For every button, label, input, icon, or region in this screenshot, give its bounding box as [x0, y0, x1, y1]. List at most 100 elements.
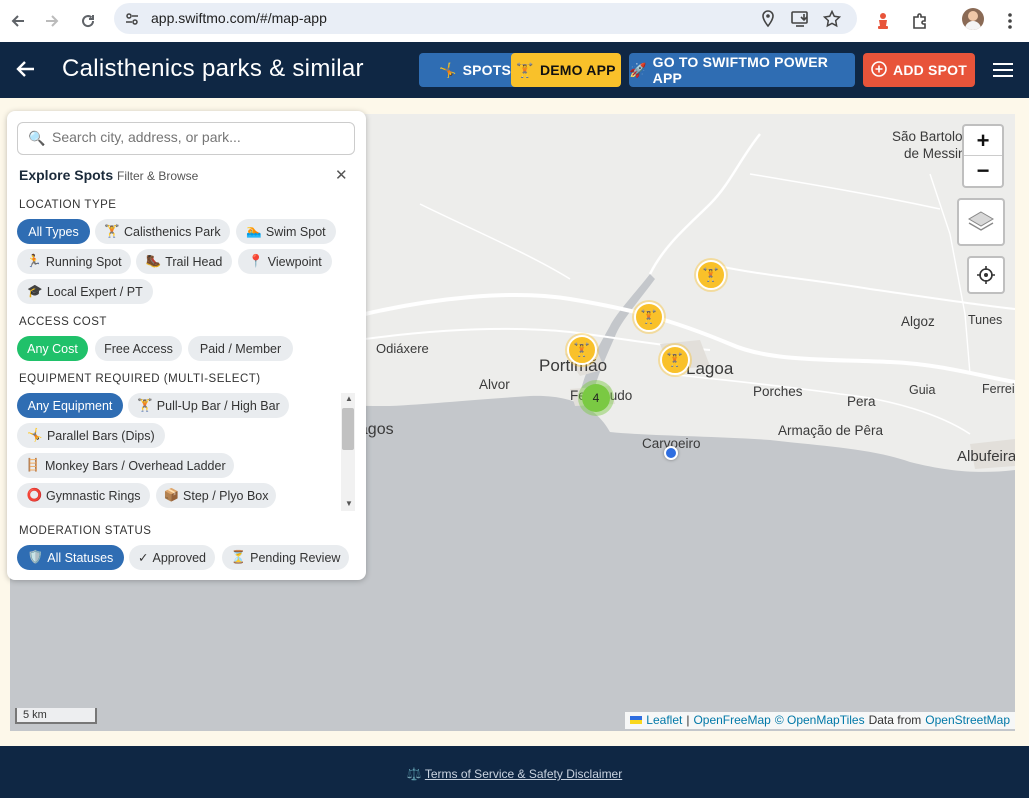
weightlifter-icon: 🏋️	[640, 309, 658, 324]
boot-icon: 🥾	[145, 254, 162, 268]
demo-app-button[interactable]: 🏋️ DEMO APP	[511, 53, 621, 87]
leaflet-link[interactable]: Leaflet	[646, 713, 682, 728]
location-pin-icon[interactable]	[760, 10, 776, 33]
box-icon: 📦	[163, 488, 180, 502]
map-label: Lagoa	[686, 359, 734, 378]
profile-avatar[interactable]	[962, 8, 984, 30]
scrollbar-thumb[interactable]	[342, 408, 354, 450]
weightlifter-icon: 🏋️	[702, 267, 720, 282]
weightlifter-icon: 🏋️	[104, 224, 120, 238]
ukraine-flag-icon	[630, 716, 643, 724]
scales-icon: ⚖️	[406, 767, 422, 781]
openfreemap-link[interactable]: OpenFreeMap	[693, 713, 770, 728]
spot-marker[interactable]: 🏋️	[567, 335, 597, 365]
cluster-marker[interactable]: 4	[578, 380, 614, 416]
chip-pull-up-bar[interactable]: 🏋️ Pull-Up Bar / High Bar	[128, 393, 289, 418]
chip-parallel-bars[interactable]: 🤸 Parallel Bars (Dips)	[17, 423, 165, 448]
layers-button[interactable]	[957, 198, 1005, 246]
equipment-chip-list[interactable]: Any Equipment 🏋️ Pull-Up Bar / High Bar 🤸…	[7, 391, 355, 513]
chip-running-spot[interactable]: 🏃 Running Spot	[17, 249, 131, 274]
zoom-in-button[interactable]: +	[964, 126, 1002, 156]
extension-chess-icon[interactable]	[871, 9, 895, 33]
chip-gymnastic-rings[interactable]: ⭕ Gymnastic Rings	[17, 483, 150, 508]
map-attribution: Leaflet | OpenFreeMap © OpenMapTiles Dat…	[625, 712, 1015, 729]
chip-paid-member[interactable]: Paid / Member	[188, 336, 293, 361]
scrollbar[interactable]: ▲ ▼	[341, 393, 355, 511]
locate-me-button[interactable]	[967, 256, 1005, 294]
search-box[interactable]: 🔍	[17, 122, 355, 155]
crosshair-icon	[977, 266, 995, 284]
add-spot-button[interactable]: ADD SPOT	[863, 53, 975, 87]
chip-all-statuses[interactable]: 🛡️ All Statuses	[17, 545, 124, 570]
panel-subtitle: Filter & Browse	[117, 169, 199, 183]
spot-marker[interactable]: 🏋️	[634, 302, 664, 332]
chip-viewpoint[interactable]: 📍 Viewpoint	[238, 249, 332, 274]
hamburger-menu-icon[interactable]	[992, 61, 1014, 84]
chip-calisthenics-park[interactable]: 🏋️ Calisthenics Park	[95, 219, 230, 244]
back-arrow-icon[interactable]	[6, 9, 30, 33]
extensions-puzzle-icon[interactable]	[908, 9, 932, 33]
chip-all-types[interactable]: All Types	[17, 219, 90, 244]
map-label: Algoz	[901, 314, 935, 329]
map-label: Albufeira	[957, 448, 1015, 465]
chip-monkey-bars[interactable]: 🪜 Monkey Bars / Overhead Ladder	[17, 453, 234, 478]
address-bar[interactable]: app.swiftmo.com/#/map-app	[114, 3, 857, 34]
map-scale: 5 km	[15, 708, 97, 724]
chip-any-cost[interactable]: Any Cost	[17, 336, 88, 361]
plus-circle-icon	[871, 60, 887, 80]
chrome-menu-icon[interactable]	[998, 9, 1022, 33]
scroll-up-arrow-icon[interactable]: ▲	[345, 394, 353, 403]
access-cost-label: ACCESS COST	[19, 316, 107, 328]
ring-icon: ⭕	[26, 488, 43, 502]
shield-icon: 🛡️	[27, 550, 44, 564]
moderation-label: MODERATION STATUS	[19, 525, 152, 537]
layers-icon	[968, 211, 994, 231]
reload-icon[interactable]	[76, 9, 100, 33]
swimmer-icon: 🏊	[246, 224, 262, 238]
zoom-out-button[interactable]: −	[964, 156, 1002, 186]
cartwheel-icon: 🤸	[438, 61, 457, 78]
map-label: Ferreira	[982, 382, 1015, 396]
graduation-cap-icon: 🎓	[27, 284, 43, 298]
chip-pending-review[interactable]: ⏳ Pending Review	[222, 545, 349, 570]
terms-link[interactable]: ⚖️ Terms of Service & Safety Disclaimer	[0, 767, 1029, 781]
map-label: Porches	[753, 384, 803, 399]
spot-marker[interactable]: 🏋️	[660, 345, 690, 375]
chip-any-equipment[interactable]: Any Equipment	[17, 393, 123, 418]
site-settings-icon[interactable]	[124, 11, 140, 32]
install-app-icon[interactable]	[791, 10, 809, 33]
close-icon[interactable]: ✕	[335, 166, 348, 184]
openmaptiles-link[interactable]: © OpenMapTiles	[775, 713, 865, 728]
browser-toolbar: app.swiftmo.com/#/map-app	[0, 0, 1029, 42]
chip-trail-head[interactable]: 🥾 Trail Head	[136, 249, 232, 274]
chip-swim-spot[interactable]: 🏊 Swim Spot	[236, 219, 336, 244]
map-label: Armação de Pêra	[778, 423, 884, 438]
chip-free-access[interactable]: Free Access	[95, 336, 182, 361]
pin-icon: 📍	[248, 254, 264, 268]
spot-marker[interactable]: 🏋️	[696, 260, 726, 290]
weightlifter-icon: 🏋️	[573, 342, 591, 357]
bookmark-star-icon[interactable]	[822, 9, 842, 33]
chip-step-plyo-box[interactable]: 📦 Step / Plyo Box	[156, 483, 276, 508]
hourglass-icon: ⏳	[230, 550, 247, 564]
forward-arrow-icon[interactable]	[40, 9, 64, 33]
weightlifter-icon: 🏋️	[137, 398, 153, 412]
search-input[interactable]	[52, 129, 342, 145]
scroll-down-arrow-icon[interactable]: ▼	[345, 499, 353, 508]
app-header: Calisthenics parks & similar 🤸 SPOTS 🏋️ DE…	[0, 42, 1029, 98]
runner-icon: 🏃	[26, 254, 42, 268]
equipment-label: EQUIPMENT REQUIRED (MULTI-SELECT)	[19, 373, 261, 385]
map-label: Pera	[847, 394, 876, 409]
chip-local-expert[interactable]: 🎓 Local Expert / PT	[17, 279, 153, 304]
back-arrow-icon[interactable]	[15, 58, 37, 85]
location-type-label: LOCATION TYPE	[19, 199, 117, 211]
search-icon: 🔍	[28, 130, 46, 146]
zoom-control: + −	[962, 124, 1004, 188]
map-label: Odiáxere	[376, 341, 429, 356]
chip-approved[interactable]: ✓ Approved	[129, 545, 215, 570]
map-label: Guia	[909, 383, 936, 397]
map-label: Tunes	[968, 313, 1003, 327]
power-app-button[interactable]: 🚀 GO TO SWIFTMO POWER APP	[629, 53, 855, 87]
cartwheel-icon: 🤸	[27, 428, 43, 442]
openstreetmap-link[interactable]: OpenStreetMap	[925, 713, 1010, 728]
